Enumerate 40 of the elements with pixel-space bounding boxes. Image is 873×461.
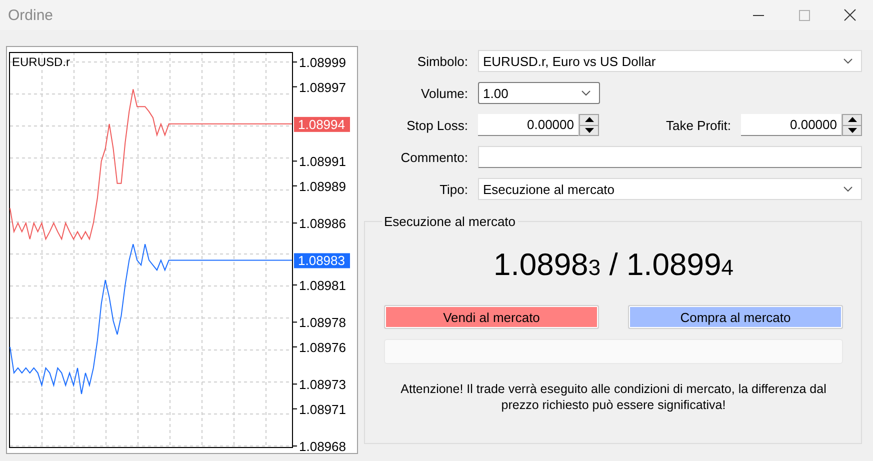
symbol-label: EURUSD.r (12, 55, 70, 69)
field-label: Simbolo: (416, 54, 468, 68)
axis-tick-label: 1.08978 (299, 315, 346, 330)
window-title: Ordine (7, 6, 54, 24)
axis-tick-label: 1.08973 (299, 377, 346, 392)
buy-button[interactable]: Compra al mercato (628, 305, 843, 329)
spinner-buttons[interactable] (842, 114, 862, 136)
axis-tick-label: 1.08968 (299, 439, 346, 454)
chevron-down-icon (843, 186, 853, 192)
bid-ask-price: 1.08983 / 1.08994 (493, 247, 734, 283)
field-label: Tipo: (438, 182, 468, 196)
dropdown[interactable]: Esecuzione al mercato (478, 178, 862, 200)
sell-button[interactable]: Vendi al mercato (384, 305, 599, 329)
group-title: Esecuzione al mercato (383, 214, 517, 229)
dropdown[interactable]: EURUSD.r, Euro vs US Dollar (478, 50, 862, 72)
axis-tick-label: 1.08981 (299, 278, 346, 293)
input-field[interactable] (478, 146, 862, 168)
price-tag: 1.08983 (294, 253, 350, 268)
field-label: Volume: (420, 86, 468, 100)
axis-tick-label: 1.08976 (299, 340, 346, 355)
maximize-icon (798, 10, 810, 20)
chevron-down-icon (843, 58, 853, 64)
axis-tick-label: 1.08989 (299, 178, 346, 194)
axis-tick-label: 1.08986 (299, 216, 346, 232)
axis-tick-label: 1.08971 (299, 402, 346, 417)
price-tag: 1.08994 (294, 116, 350, 132)
chevron-down-icon (581, 90, 591, 96)
number-field[interactable]: 0.00000 (478, 114, 579, 136)
field-label: Stop Loss: (406, 118, 468, 132)
field-label: Commento: (400, 150, 468, 164)
axis-tick-label: 1.08999 (299, 55, 346, 70)
number-field[interactable]: 0.00000 (741, 114, 842, 136)
close-icon (844, 9, 856, 21)
axis-tick-label: 1.08997 (299, 80, 346, 95)
warning-text: Attenzione! Il trade verrà eseguito alle condizioni di mercato, la differenza dal prezzo richiesto può essere significativa! (400, 381, 828, 413)
spinner-buttons[interactable] (579, 114, 599, 136)
axis-tick-label: 1.08991 (299, 154, 346, 170)
field-label: Take Profit: (664, 118, 732, 132)
minimize-icon (752, 14, 764, 16)
dropdown[interactable]: 1.00 (478, 82, 600, 104)
